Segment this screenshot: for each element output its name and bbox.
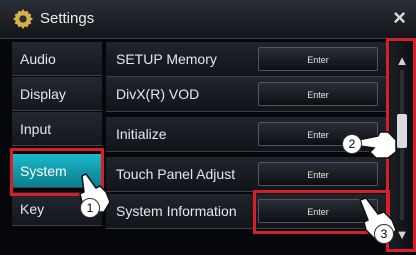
step-badge-3: 3 <box>374 224 394 244</box>
header-bar: Settings × <box>0 0 416 39</box>
sidebar-item-label: Display <box>20 86 66 102</box>
category-list: Audio Display Input System Key <box>12 42 102 252</box>
list-item: SETUP Memory Enter <box>106 42 386 77</box>
row-label: DivX(R) VOD <box>116 86 200 102</box>
list-item: DivX(R) VOD Enter <box>106 77 386 112</box>
list-item: Touch Panel Adjust Enter <box>106 157 386 192</box>
sidebar-item-input[interactable]: Input <box>12 112 102 146</box>
list-item: System Information Enter <box>106 194 386 229</box>
step-badge-1: 1 <box>80 198 100 218</box>
scroll-up-icon[interactable]: ▲ <box>393 52 411 70</box>
divx-vod-enter-button[interactable]: Enter <box>258 82 378 106</box>
sidebar-item-label: Input <box>20 121 52 137</box>
row-label: SETUP Memory <box>116 51 217 67</box>
row-label: Initialize <box>116 126 167 142</box>
close-button[interactable]: × <box>393 5 406 31</box>
setup-memory-enter-button[interactable]: Enter <box>258 47 378 71</box>
sidebar-item-label: System <box>20 163 67 179</box>
page-title: Settings <box>40 10 95 27</box>
row-label: Touch Panel Adjust <box>116 166 236 182</box>
sidebar-item-audio[interactable]: Audio <box>12 42 102 76</box>
sidebar-item-label: Key <box>20 201 45 217</box>
sidebar-item-display[interactable]: Display <box>12 77 102 111</box>
sidebar-item-label: Audio <box>20 51 56 67</box>
step-badge-2: 2 <box>342 134 362 154</box>
row-label: System Information <box>116 203 237 219</box>
hand-pointer-icon <box>357 131 397 159</box>
settings-screen: Settings × Audio Display Input System Ke… <box>0 0 416 255</box>
gear-icon <box>12 8 34 30</box>
touch-panel-adjust-enter-button[interactable]: Enter <box>258 162 378 186</box>
